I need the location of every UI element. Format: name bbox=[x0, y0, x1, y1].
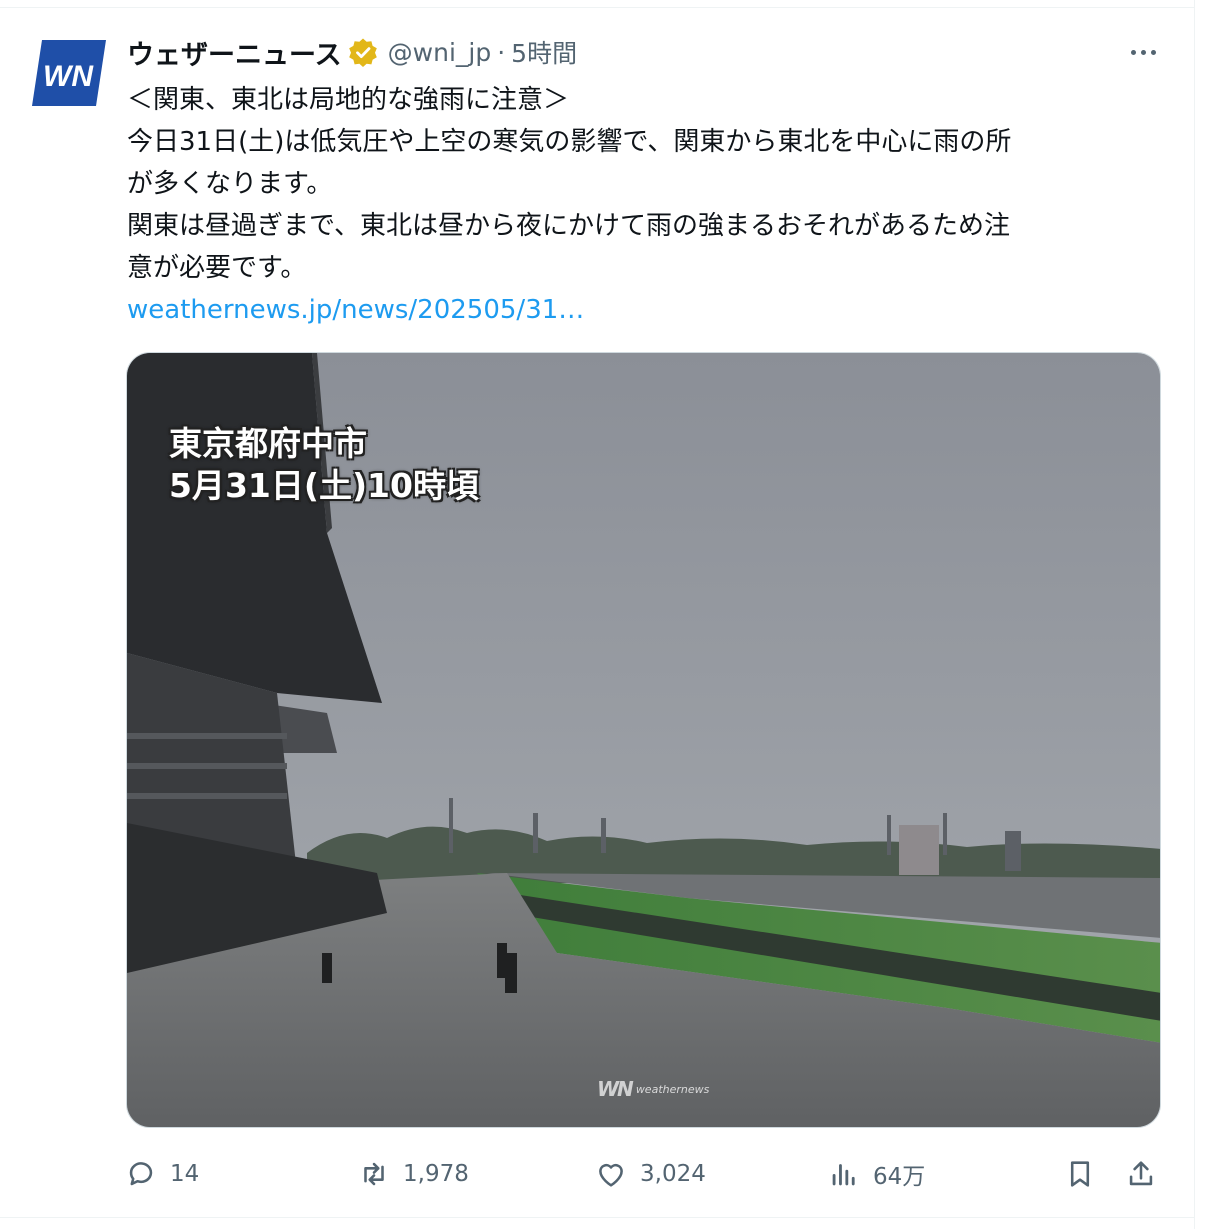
wni-logo-icon: WN bbox=[32, 40, 106, 106]
repost-button[interactable]: 1,978 bbox=[357, 1152, 469, 1196]
right-divider bbox=[1194, 0, 1195, 1229]
avatar[interactable]: WN bbox=[32, 36, 106, 110]
views-count: 64万 bbox=[873, 1164, 926, 1190]
tweet-text-line: が多くなります。 bbox=[127, 169, 333, 199]
reply-count: 14 bbox=[170, 1161, 200, 1187]
article-link[interactable]: weathernews.jp/news/202505/31… bbox=[127, 289, 1162, 331]
avatar-text: WN bbox=[43, 60, 94, 93]
like-count: 3,024 bbox=[640, 1161, 706, 1187]
watermark: WN weathernews bbox=[597, 1077, 709, 1101]
display-name[interactable]: ウェザーニュース bbox=[127, 33, 342, 72]
watermark-logo-icon: WN bbox=[597, 1077, 634, 1101]
media-image[interactable]: 東京都府中市 5月31日(土)10時頃 WN weathernews bbox=[126, 352, 1161, 1128]
verified-badge-icon[interactable] bbox=[348, 37, 378, 67]
photo-caption: 東京都府中市 5月31日(土)10時頃 bbox=[169, 423, 479, 507]
separator-dot: · bbox=[497, 37, 506, 67]
bookmark-button[interactable] bbox=[1063, 1152, 1097, 1196]
tweet-header: ウェザーニュース @wni_jp · 5時間 bbox=[127, 32, 577, 72]
handle[interactable]: @wni_jp bbox=[388, 38, 492, 67]
repost-icon bbox=[364, 1162, 384, 1186]
tweet-text-line: 意が必要です。 bbox=[127, 253, 307, 283]
caption-location: 東京都府中市 bbox=[169, 424, 367, 463]
views-icon bbox=[832, 1164, 855, 1186]
repost-count: 1,978 bbox=[403, 1161, 469, 1187]
tweet-text-line: 関東は昼過ぎまで、東北は昼から夜にかけて雨の強まるおそれがあるため注 bbox=[127, 211, 1010, 241]
bookmark-icon bbox=[1070, 1161, 1090, 1187]
tweet-text: ＜関東、東北は局地的な強雨に注意＞ 今日31日(土)は低気圧や上空の寒気の影響で… bbox=[127, 79, 1162, 331]
reply-icon bbox=[129, 1162, 153, 1186]
views-button[interactable]: 64万 bbox=[827, 1152, 925, 1196]
top-divider bbox=[0, 7, 1195, 8]
watermark-text: weathernews bbox=[635, 1082, 710, 1096]
caption-datetime: 5月31日(土)10時頃 bbox=[169, 466, 479, 505]
tweet-text-line: 今日31日(土)は低気圧や上空の寒気の影響で、関東から東北を中心に雨の所 bbox=[127, 127, 1012, 157]
more-icon bbox=[1128, 49, 1158, 55]
like-icon bbox=[599, 1163, 623, 1187]
like-button[interactable]: 3,024 bbox=[594, 1152, 706, 1196]
tweet-text-line: ＜関東、東北は局地的な強雨に注意＞ bbox=[127, 85, 570, 115]
bottom-divider bbox=[0, 1217, 1195, 1218]
timestamp[interactable]: 5時間 bbox=[511, 34, 577, 70]
share-button[interactable] bbox=[1124, 1152, 1158, 1196]
action-bar: 14 1,978 3,024 64万 bbox=[124, 1152, 1169, 1196]
more-button[interactable] bbox=[1122, 36, 1164, 68]
reply-button[interactable]: 14 bbox=[124, 1152, 199, 1196]
share-icon bbox=[1129, 1161, 1153, 1186]
